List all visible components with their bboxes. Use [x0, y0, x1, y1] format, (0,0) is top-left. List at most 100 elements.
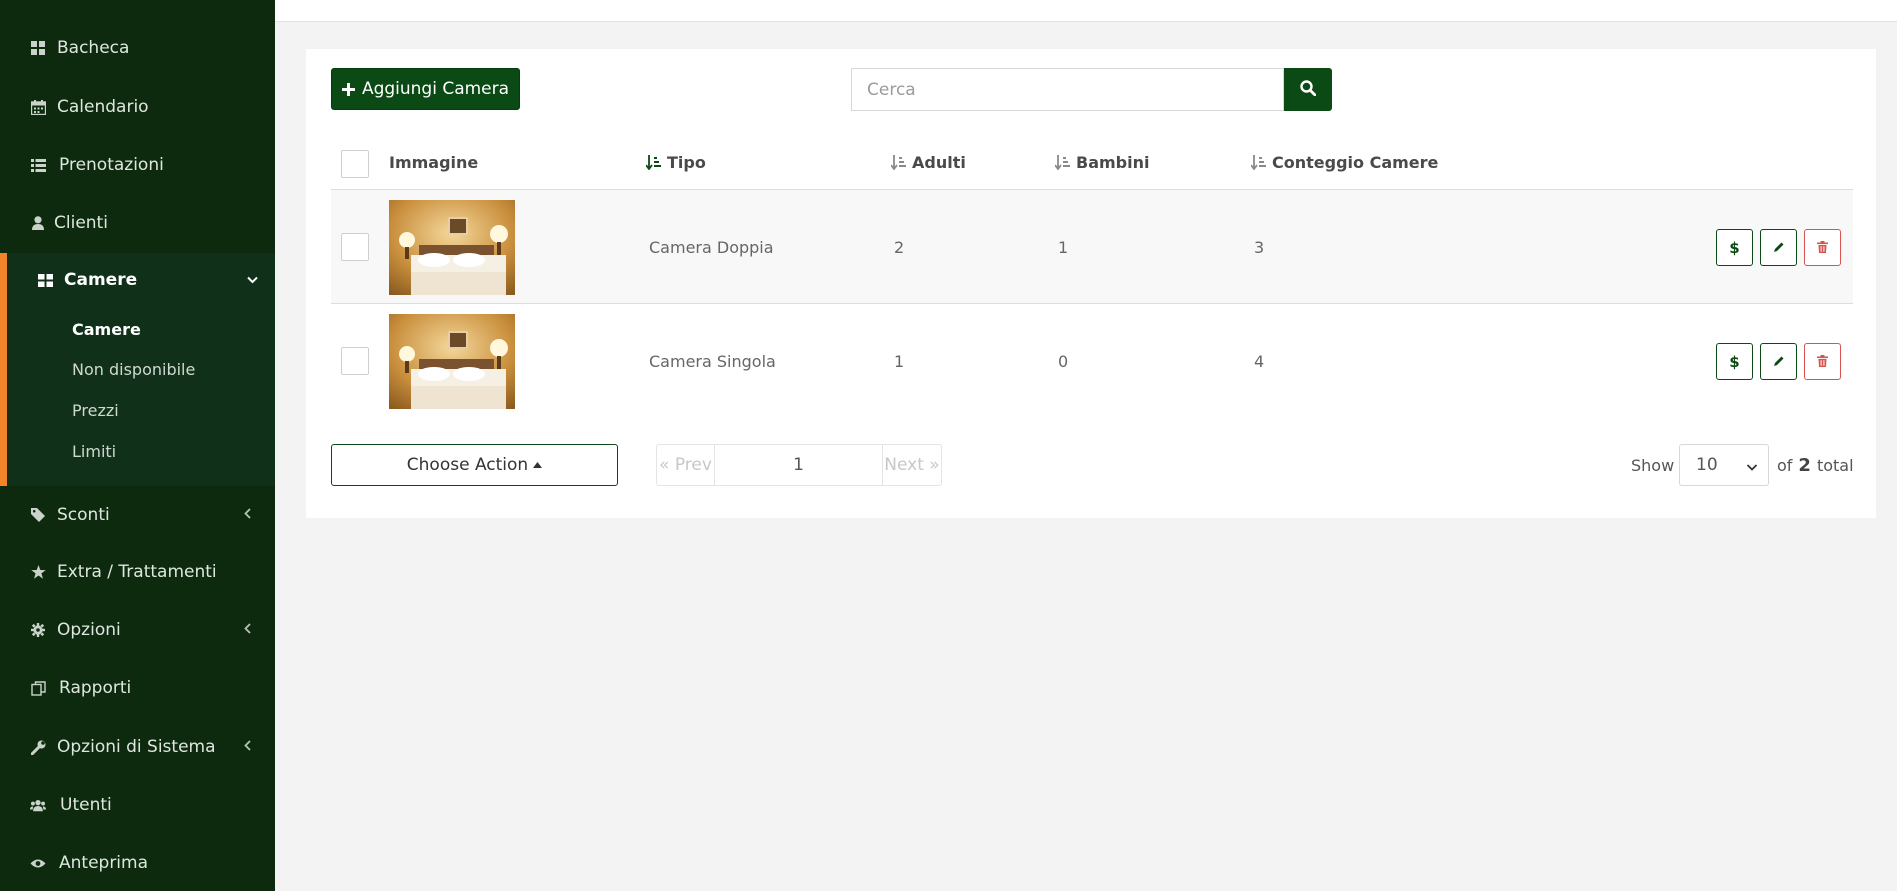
dollar-icon: $ — [1729, 352, 1740, 371]
per-page-select[interactable]: 10 — [1679, 444, 1769, 486]
sidebar-item-label: Extra / Trattamenti — [57, 562, 217, 582]
table-row: Camera Singola 1 0 4 $ — [331, 304, 1853, 419]
delete-button[interactable] — [1804, 229, 1841, 266]
sidebar-group-camere: Camere Camere Non disponibile Prezzi Lim… — [0, 253, 275, 486]
room-count: 3 — [1254, 238, 1265, 257]
room-count: 4 — [1254, 352, 1265, 371]
price-button[interactable]: $ — [1716, 229, 1753, 266]
total-label: total — [1816, 455, 1854, 475]
sidebar: Bacheca Calendario Prenotazioni Clienti … — [0, 0, 275, 891]
column-header-adults[interactable]: Adulti — [891, 153, 966, 172]
sidebar-item-label: Bacheca — [57, 38, 130, 58]
sidebar-item-label: Rapporti — [59, 678, 132, 698]
sidebar-item-opzioni[interactable]: Opzioni — [0, 615, 275, 645]
edit-button[interactable] — [1760, 229, 1797, 266]
sidebar-item-label: Utenti — [60, 795, 112, 815]
column-header-children[interactable]: Bambini — [1055, 153, 1149, 172]
price-button[interactable]: $ — [1716, 343, 1753, 380]
edit-button[interactable] — [1760, 343, 1797, 380]
gear-icon — [30, 622, 46, 638]
caret-up-icon — [533, 462, 543, 468]
sidebar-item-prenotazioni[interactable]: Prenotazioni — [0, 150, 275, 180]
sidebar-item-bacheca[interactable]: Bacheca — [0, 33, 275, 63]
user-icon — [30, 215, 46, 231]
sidebar-item-extra-trattamenti[interactable]: Extra / Trattamenti — [0, 557, 275, 587]
sidebar-item-label: Prenotazioni — [59, 155, 164, 175]
table-row: Camera Doppia 2 1 3 $ — [331, 189, 1853, 304]
sidebar-item-calendario[interactable]: Calendario — [0, 92, 275, 122]
sidebar-item-label: Anteprima — [59, 853, 149, 873]
submenu-item-limiti[interactable]: Limiti — [72, 442, 116, 461]
chevron-left-icon — [244, 622, 251, 638]
column-header-room-count[interactable]: Conteggio Camere — [1251, 153, 1438, 172]
sidebar-item-utenti[interactable]: Utenti — [0, 790, 275, 820]
trash-icon — [1817, 352, 1828, 371]
room-adults: 1 — [894, 352, 905, 371]
column-header-label: Bambini — [1076, 153, 1150, 172]
pagination: « Prev 1 Next » — [656, 444, 942, 486]
room-thumbnail — [389, 200, 515, 295]
rooms-panel: Aggiungi Camera Immagine Tipo Adulti Bam… — [306, 49, 1876, 518]
report-icon — [30, 680, 46, 696]
search-input[interactable] — [851, 68, 1284, 111]
sidebar-item-opzioni-di-sistema[interactable]: Opzioni di Sistema — [0, 732, 275, 762]
calendar-icon — [30, 99, 46, 115]
chevron-down-icon — [1746, 458, 1758, 478]
wrench-icon — [30, 739, 46, 755]
users-icon — [30, 797, 46, 813]
of-label: of — [1777, 455, 1793, 475]
dollar-icon: $ — [1729, 238, 1740, 257]
row-checkbox[interactable] — [341, 347, 369, 375]
page-number[interactable]: 1 — [715, 445, 883, 485]
per-page-value: 10 — [1696, 455, 1718, 475]
sidebar-item-rapporti[interactable]: Rapporti — [0, 673, 275, 703]
chevron-left-icon — [244, 507, 251, 523]
submenu-item-non-disponibile[interactable]: Non disponibile — [72, 360, 195, 379]
row-checkbox[interactable] — [341, 233, 369, 261]
dashboard-icon — [30, 40, 46, 56]
tag-icon — [30, 507, 46, 523]
room-adults: 2 — [894, 238, 905, 257]
room-type: Camera Doppia — [649, 238, 774, 257]
column-header-label: Tipo — [667, 153, 706, 172]
sidebar-item-label: Opzioni di Sistema — [57, 737, 216, 757]
column-header-image: Immagine — [389, 153, 479, 172]
sort-icon — [1055, 155, 1070, 170]
eye-icon — [30, 855, 46, 871]
column-header-label: Adulti — [912, 153, 966, 172]
room-children: 1 — [1058, 238, 1069, 257]
plus-icon — [341, 77, 355, 101]
grid-icon — [38, 272, 54, 288]
trash-icon — [1817, 238, 1828, 257]
add-room-button[interactable]: Aggiungi Camera — [331, 68, 520, 110]
column-header-type[interactable]: Tipo — [646, 153, 706, 172]
choose-action-dropdown[interactable]: Choose Action — [331, 444, 618, 486]
room-type: Camera Singola — [649, 352, 776, 371]
sidebar-item-label: Calendario — [57, 97, 149, 117]
sort-icon — [646, 155, 661, 170]
chevron-left-icon — [244, 739, 251, 755]
sidebar-item-label: Camere — [64, 270, 138, 290]
sort-icon — [891, 155, 906, 170]
submenu-item-prezzi[interactable]: Prezzi — [72, 401, 119, 420]
sidebar-item-label: Clienti — [54, 213, 108, 233]
search-button[interactable] — [1284, 68, 1332, 111]
select-all-checkbox[interactable] — [341, 150, 369, 178]
pencil-icon — [1773, 238, 1785, 257]
room-children: 0 — [1058, 352, 1069, 371]
top-bar — [275, 0, 1897, 22]
delete-button[interactable] — [1804, 343, 1841, 380]
add-room-label: Aggiungi Camera — [361, 79, 510, 99]
sidebar-item-clienti[interactable]: Clienti — [0, 208, 275, 238]
sidebar-item-anteprima[interactable]: Anteprima — [0, 848, 275, 878]
choose-action-label: Choose Action — [406, 455, 529, 475]
pencil-icon — [1773, 352, 1785, 371]
prev-page-button[interactable]: « Prev — [657, 445, 715, 485]
next-page-button[interactable]: Next » — [883, 445, 941, 485]
column-header-label: Conteggio Camere — [1272, 153, 1439, 172]
submenu-item-camere[interactable]: Camere — [72, 320, 141, 339]
star-icon — [30, 564, 46, 580]
sidebar-item-sconti[interactable]: Sconti — [0, 500, 275, 530]
room-thumbnail — [389, 314, 515, 409]
sidebar-item-camere[interactable]: Camere — [7, 265, 275, 295]
